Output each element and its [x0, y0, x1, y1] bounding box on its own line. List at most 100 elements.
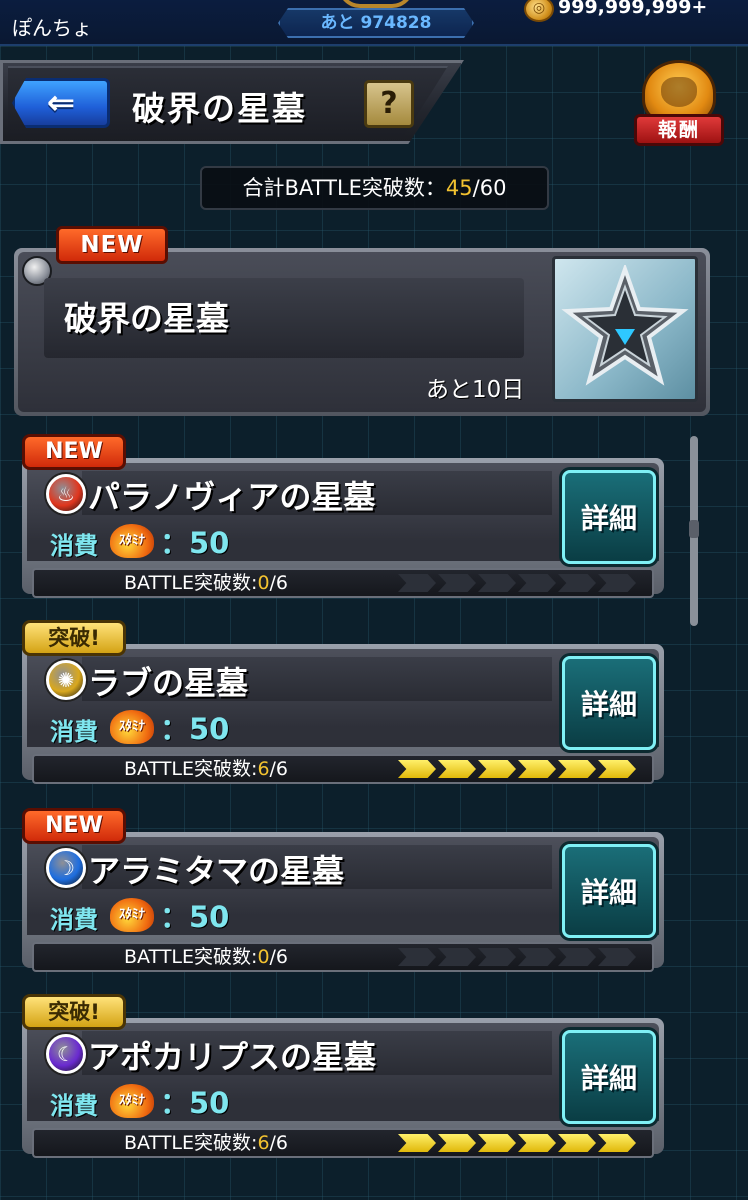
battle-cleared: 0 [257, 946, 270, 968]
progress-chevron [518, 760, 556, 778]
status-bar: ぽんちょ あと 974828 ◎ 999,999,999+ [0, 0, 748, 46]
quest-name: アポカリプスの星墓 [88, 1038, 377, 1076]
cost-value: ：50 [160, 1086, 230, 1120]
cost-label: 消費 [50, 906, 98, 934]
quest-name: アラミタマの星墓 [88, 852, 345, 890]
battle-label: BATTLE突破数: [124, 1132, 258, 1154]
stamina-icon: ｽﾀﾐﾅ [110, 898, 154, 932]
progress-chevron [438, 760, 476, 778]
battle-label: BATTLE突破数: [124, 572, 258, 594]
progress-chevron [518, 1134, 556, 1152]
battle-total: /6 [269, 758, 289, 780]
detail-button[interactable]: 詳細 [562, 1030, 656, 1124]
event-banner[interactable]: 破界の星墓 あと10日 [14, 248, 710, 416]
progress-chevron [518, 948, 556, 966]
battle-progress-text: BATTLE突破数:0/6 [124, 570, 288, 596]
progress-chevrons [398, 948, 636, 966]
progress-chevron [398, 1134, 436, 1152]
event-remaining-days: あと10日 [426, 377, 525, 403]
progress-chevron [598, 760, 636, 778]
back-arrow-icon: ⇐ [46, 83, 76, 123]
progress-chevron [598, 1134, 636, 1152]
progress-chevron [478, 948, 516, 966]
progress-chevron [438, 574, 476, 592]
cost-value: ：50 [160, 900, 230, 934]
coin-count: 999,999,999+ [558, 0, 708, 18]
stamina-icon: ｽﾀﾐﾅ [110, 710, 154, 744]
quest-name: パラノヴィアの星墓 [88, 478, 376, 516]
battle-progress-bar: BATTLE突破数:0/6 [32, 942, 654, 972]
progress-chevron [558, 760, 596, 778]
battle-total: /6 [269, 572, 289, 594]
battle-progress-bar: BATTLE突破数:6/6 [32, 754, 654, 784]
quest-card[interactable]: ☾ アポカリプスの星墓消費 ｽﾀﾐﾅ ：50 BATTLE突破数:6/6 詳細 突破! [22, 994, 664, 1158]
reward-label: 報酬 [634, 114, 724, 146]
event-new-badge: NEW [56, 226, 168, 264]
battle-total: /6 [269, 946, 289, 968]
progress-chevron [398, 948, 436, 966]
battle-label: BATTLE突破数: [124, 946, 258, 968]
exp-remaining: あと 974828 [278, 8, 474, 38]
quest-name: ラブの星墓 [88, 664, 249, 702]
battle-total: /6 [269, 1132, 289, 1154]
battle-label: BATTLE突破数: [124, 758, 258, 780]
scrollbar-thumb[interactable] [689, 520, 699, 538]
progress-chevron [438, 948, 476, 966]
quest-card[interactable]: ♨ パラノヴィアの星墓消費 ｽﾀﾐﾅ ：50 BATTLE突破数:0/6 詳細 NEW [22, 434, 664, 598]
battle-progress-text: BATTLE突破数:0/6 [124, 944, 288, 970]
total-cleared: 45 [445, 176, 473, 200]
stamina-icon: ｽﾀﾐﾅ [110, 1084, 154, 1118]
scrollbar[interactable] [689, 436, 699, 626]
progress-chevrons [398, 1134, 636, 1152]
detail-button[interactable]: 詳細 [562, 470, 656, 564]
reward-button[interactable]: 報酬 [632, 60, 726, 150]
progress-chevrons [398, 574, 636, 592]
progress-chevron [558, 948, 596, 966]
cost-value: ：50 [160, 712, 230, 746]
player-name: ぽんちょ [12, 16, 92, 40]
battle-progress-bar: BATTLE突破数:6/6 [32, 1128, 654, 1158]
water-attribute-icon: ☽ [46, 848, 86, 888]
stamina-icon: ｽﾀﾐﾅ [110, 524, 154, 558]
cost-value: ：50 [160, 526, 230, 560]
detail-button[interactable]: 詳細 [562, 844, 656, 938]
rank-emblem [338, 0, 414, 8]
progress-chevron [558, 574, 596, 592]
cost-label: 消費 [50, 532, 98, 560]
total-separator: / [472, 176, 480, 200]
back-button[interactable]: ⇐ [12, 78, 110, 128]
event-title: 破界の星墓 [64, 299, 229, 338]
progress-chevron [438, 1134, 476, 1152]
help-button[interactable]: ? [364, 80, 414, 128]
progress-chevron [478, 760, 516, 778]
star-tomb-icon [552, 256, 698, 402]
cost-label: 消費 [50, 1092, 98, 1120]
progress-chevron [598, 574, 636, 592]
battle-cleared: 0 [257, 572, 270, 594]
quest-card[interactable]: ✺ ラブの星墓 消費 ｽﾀﾐﾅ ：50 BATTLE突破数:6/6 詳細 突破! [22, 620, 664, 784]
battle-progress-text: BATTLE突破数:6/6 [124, 756, 288, 782]
progress-chevron [478, 1134, 516, 1152]
detail-button[interactable]: 詳細 [562, 656, 656, 750]
fire-attribute-icon: ♨ [46, 474, 86, 514]
battle-cleared: 6 [257, 1132, 270, 1154]
progress-chevron [518, 574, 556, 592]
progress-chevron [398, 760, 436, 778]
new-badge: NEW [22, 434, 126, 470]
progress-chevron [558, 1134, 596, 1152]
total-count: 60 [479, 176, 507, 200]
progress-chevron [598, 948, 636, 966]
cleared-badge: 突破! [22, 994, 126, 1030]
progress-chevron [478, 574, 516, 592]
coin-icon: ◎ [524, 0, 554, 22]
light-attribute-icon: ✺ [46, 660, 86, 700]
progress-chevrons [398, 760, 636, 778]
page-title: 破界の星墓 [132, 89, 307, 128]
quest-card[interactable]: ☽ アラミタマの星墓 消費 ｽﾀﾐﾅ ：50 BATTLE突破数:0/6 詳細 NEW [22, 808, 664, 972]
progress-chevron [398, 574, 436, 592]
battle-progress-bar: BATTLE突破数:0/6 [32, 568, 654, 598]
battle-progress-text: BATTLE突破数:6/6 [124, 1130, 288, 1156]
cost-label: 消費 [50, 718, 98, 746]
battle-cleared: 6 [257, 758, 270, 780]
dark-attribute-icon: ☾ [46, 1034, 86, 1074]
